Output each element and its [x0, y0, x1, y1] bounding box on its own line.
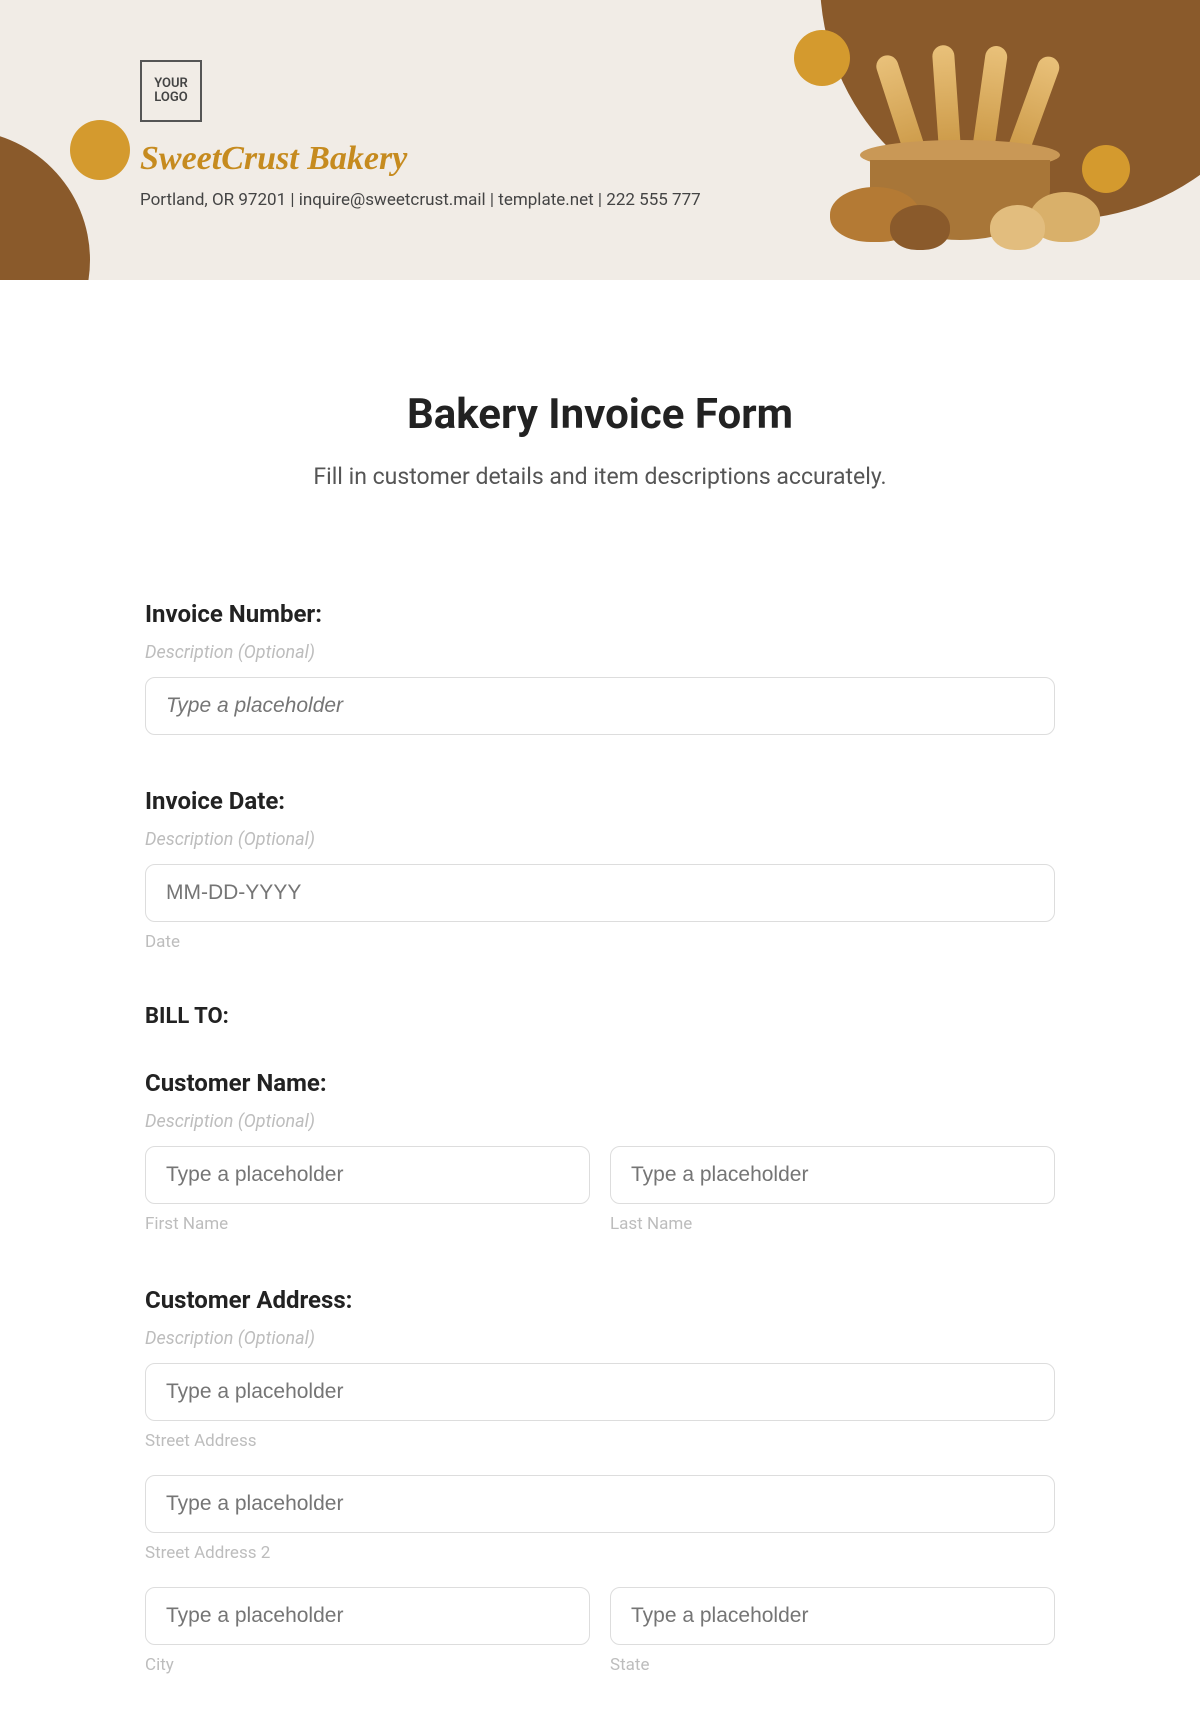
last-name-input[interactable] [610, 1146, 1055, 1204]
sublabel-street-address: Street Address [145, 1431, 1055, 1451]
field-customer-name: Customer Name: Description (Optional) Fi… [145, 1069, 1055, 1234]
field-invoice-number: Invoice Number: Description (Optional) [145, 600, 1055, 735]
state-input[interactable] [610, 1587, 1055, 1645]
sublabel-first-name: First Name [145, 1214, 590, 1234]
label-invoice-number: Invoice Number: [145, 600, 1055, 628]
label-invoice-date: Invoice Date: [145, 787, 1055, 815]
label-customer-address: Customer Address: [145, 1286, 1055, 1314]
sublabel-date: Date [145, 932, 1055, 952]
street-address-2-input[interactable] [145, 1475, 1055, 1533]
page-title: Bakery Invoice Form [145, 390, 1055, 439]
bread-basket-image [830, 70, 1090, 250]
description-optional: Description (Optional) [145, 642, 1055, 663]
sublabel-state: State [610, 1655, 1055, 1675]
logo-placeholder: YOUR LOGO [140, 60, 202, 122]
sublabel-street-address-2: Street Address 2 [145, 1543, 1055, 1563]
sublabel-city: City [145, 1655, 590, 1675]
form-page: Bakery Invoice Form Fill in customer det… [145, 280, 1055, 1675]
first-name-input[interactable] [145, 1146, 590, 1204]
decor-dot [70, 120, 130, 180]
invoice-number-input[interactable] [145, 677, 1055, 735]
field-customer-address: Customer Address: Description (Optional)… [145, 1286, 1055, 1675]
field-invoice-date: Invoice Date: Description (Optional) Dat… [145, 787, 1055, 952]
brand-name: SweetCrust Bakery [140, 140, 407, 178]
page-subtitle: Fill in customer details and item descri… [145, 463, 1055, 490]
sublabel-last-name: Last Name [610, 1214, 1055, 1234]
description-optional: Description (Optional) [145, 1328, 1055, 1349]
label-customer-name: Customer Name: [145, 1069, 1055, 1097]
header-banner: YOUR LOGO SweetCrust Bakery Portland, OR… [0, 0, 1200, 280]
contact-line: Portland, OR 97201 | inquire@sweetcrust.… [140, 190, 701, 210]
city-input[interactable] [145, 1587, 590, 1645]
street-address-input[interactable] [145, 1363, 1055, 1421]
description-optional: Description (Optional) [145, 1111, 1055, 1132]
invoice-date-input[interactable] [145, 864, 1055, 922]
section-bill-to: BILL TO: [145, 1004, 1055, 1029]
description-optional: Description (Optional) [145, 829, 1055, 850]
